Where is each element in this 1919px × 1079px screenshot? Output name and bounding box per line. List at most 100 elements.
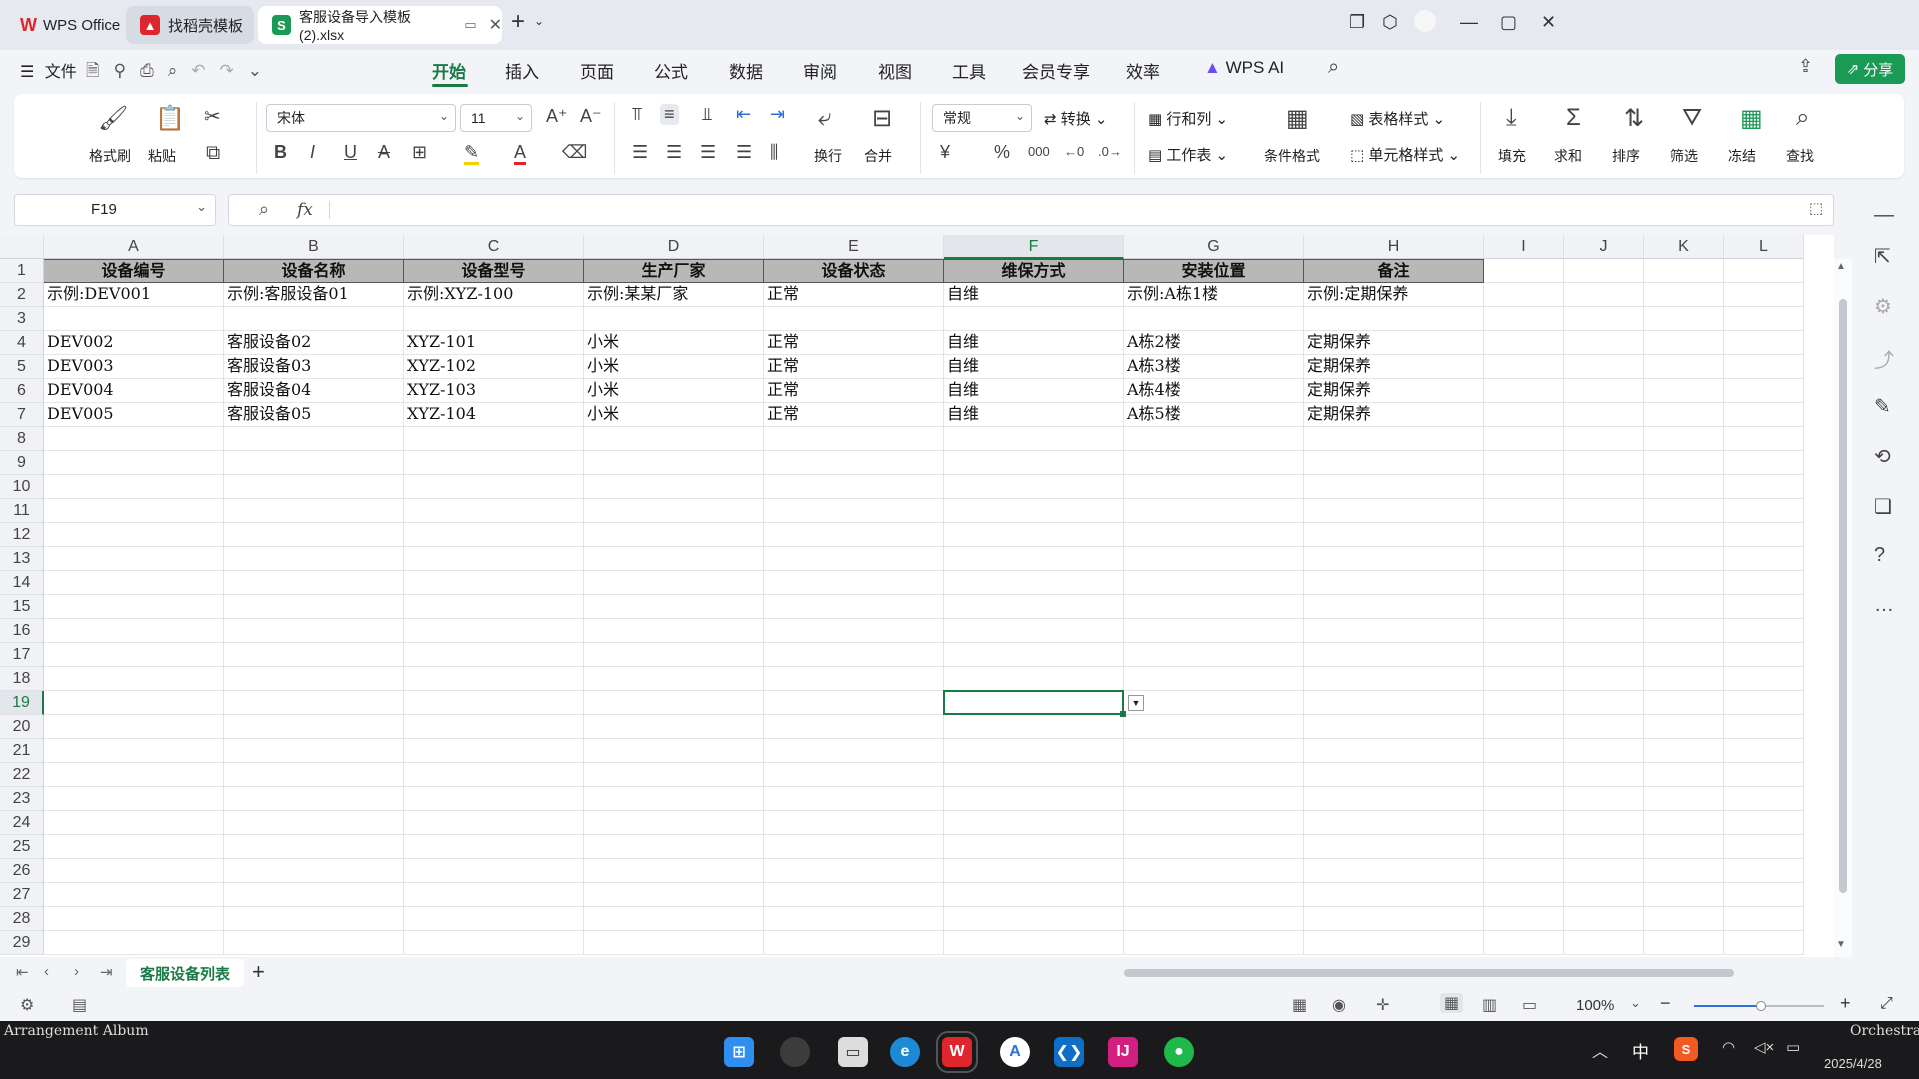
empty-cell[interactable]: [1564, 811, 1644, 835]
empty-cell[interactable]: [1644, 547, 1724, 571]
chevron-down-icon[interactable]: ⌄: [248, 61, 276, 80]
row-header[interactable]: 14: [0, 571, 44, 595]
speaker-muted-icon[interactable]: ◁×: [1754, 1038, 1774, 1056]
empty-cell[interactable]: [944, 835, 1124, 859]
tab-wps-office[interactable]: W WPS Office: [10, 6, 122, 44]
fullscreen-icon[interactable]: ⤢: [1880, 995, 1893, 1013]
maximize-icon[interactable]: ▢: [1500, 12, 1517, 33]
empty-cell[interactable]: [1644, 619, 1724, 643]
empty-cell[interactable]: [1124, 883, 1304, 907]
zoom-slider-handle[interactable]: [1756, 1001, 1766, 1011]
fill-icon[interactable]: ⤓: [1506, 104, 1517, 132]
data-cell[interactable]: DEV003: [44, 355, 224, 379]
empty-cell[interactable]: [1304, 667, 1484, 691]
empty-cell[interactable]: [1724, 931, 1804, 955]
empty-cell[interactable]: [1644, 859, 1724, 883]
empty-cell[interactable]: [44, 475, 224, 499]
empty-cell[interactable]: [404, 787, 584, 811]
empty-cell[interactable]: [404, 691, 584, 715]
empty-cell[interactable]: [224, 307, 404, 331]
empty-cell[interactable]: [764, 307, 944, 331]
empty-cell[interactable]: [1124, 619, 1304, 643]
distribute-icon[interactable]: ⫼: [770, 142, 778, 163]
empty-cell[interactable]: [224, 715, 404, 739]
wps-ai-button[interactable]: ▲ WPS AI: [1204, 58, 1284, 78]
function-wizard-icon[interactable]: ⬚: [1809, 199, 1823, 217]
empty-cell[interactable]: [1564, 619, 1644, 643]
row-col-button[interactable]: ▦ 行和列 ⌄: [1148, 108, 1228, 129]
empty-cell[interactable]: [44, 619, 224, 643]
empty-cell[interactable]: [1484, 499, 1564, 523]
align-center-icon[interactable]: ☰: [666, 142, 682, 163]
monitor-icon[interactable]: ▭: [464, 17, 476, 33]
battery-icon[interactable]: ▭: [1786, 1038, 1800, 1056]
empty-cell[interactable]: [44, 547, 224, 571]
empty-cell[interactable]: [944, 883, 1124, 907]
empty-cell[interactable]: [944, 475, 1124, 499]
empty-cell[interactable]: [44, 427, 224, 451]
select-arrow-icon[interactable]: ⇱: [1874, 244, 1891, 269]
empty-cell[interactable]: [44, 931, 224, 955]
empty-cell[interactable]: [1564, 283, 1644, 307]
sort-button[interactable]: 排序: [1612, 146, 1640, 166]
header-cell[interactable]: 设备状态: [764, 259, 944, 283]
empty-cell[interactable]: [1644, 907, 1724, 931]
empty-cell[interactable]: [764, 619, 944, 643]
data-cell[interactable]: 自维: [944, 331, 1124, 355]
header-cell[interactable]: 维保方式: [944, 259, 1124, 283]
empty-cell[interactable]: [584, 691, 764, 715]
data-cell[interactable]: 正常: [764, 331, 944, 355]
empty-cell[interactable]: [404, 307, 584, 331]
data-cell[interactable]: 小米: [584, 379, 764, 403]
empty-cell[interactable]: [1644, 523, 1724, 547]
empty-cell[interactable]: [1564, 355, 1644, 379]
data-cell[interactable]: DEV004: [44, 379, 224, 403]
empty-cell[interactable]: [1564, 547, 1644, 571]
menu-home[interactable]: 开始: [432, 58, 466, 83]
empty-cell[interactable]: [224, 499, 404, 523]
empty-cell[interactable]: [764, 523, 944, 547]
empty-cell[interactable]: [1724, 571, 1804, 595]
empty-cell[interactable]: [1724, 283, 1804, 307]
empty-cell[interactable]: [1304, 835, 1484, 859]
row-header[interactable]: 28: [0, 907, 44, 931]
cloud-sync-icon[interactable]: ⇪: [1798, 56, 1813, 77]
clear-format-icon[interactable]: ⌫: [562, 142, 587, 163]
empty-cell[interactable]: [1644, 811, 1724, 835]
menu-view[interactable]: 视图: [878, 58, 912, 83]
empty-cell[interactable]: [584, 475, 764, 499]
empty-cell[interactable]: [1304, 451, 1484, 475]
spreadsheet-grid[interactable]: A B C D E F G H I J K L 1 设备编号 设备名称 设备型号 生产厂家 设备状态 维保方式 安装位…: [0, 235, 1834, 957]
next-sheet-icon[interactable]: ›: [74, 963, 79, 980]
row-header[interactable]: 25: [0, 835, 44, 859]
empty-cell[interactable]: [1724, 403, 1804, 427]
empty-cell[interactable]: [1484, 403, 1564, 427]
data-cell[interactable]: A栋2楼: [1124, 331, 1304, 355]
empty-cell[interactable]: [1124, 547, 1304, 571]
underline-icon[interactable]: U: [344, 142, 357, 163]
column-header[interactable]: D: [584, 235, 764, 259]
empty-cell[interactable]: [944, 571, 1124, 595]
print-icon[interactable]: ⎙: [140, 61, 168, 80]
empty-cell[interactable]: [584, 715, 764, 739]
edge-icon[interactable]: e: [890, 1037, 920, 1067]
example-cell[interactable]: 示例:定期保养: [1304, 283, 1484, 307]
empty-cell[interactable]: [404, 859, 584, 883]
empty-cell[interactable]: [764, 739, 944, 763]
data-cell[interactable]: 正常: [764, 403, 944, 427]
empty-cell[interactable]: [944, 907, 1124, 931]
empty-cell[interactable]: [1484, 619, 1564, 643]
empty-cell[interactable]: [1124, 907, 1304, 931]
empty-cell[interactable]: [44, 787, 224, 811]
empty-cell[interactable]: [1484, 571, 1564, 595]
empty-cell[interactable]: [1304, 475, 1484, 499]
more-icon[interactable]: …: [1874, 594, 1894, 617]
header-cell[interactable]: 设备编号: [44, 259, 224, 283]
empty-cell[interactable]: [44, 907, 224, 931]
find-icon[interactable]: ⌕: [1796, 104, 1809, 132]
empty-cell[interactable]: [764, 691, 944, 715]
row-header[interactable]: 17: [0, 643, 44, 667]
empty-cell[interactable]: [224, 475, 404, 499]
undo-icon[interactable]: ↶: [191, 61, 219, 80]
last-sheet-icon[interactable]: ⇥: [100, 963, 113, 981]
